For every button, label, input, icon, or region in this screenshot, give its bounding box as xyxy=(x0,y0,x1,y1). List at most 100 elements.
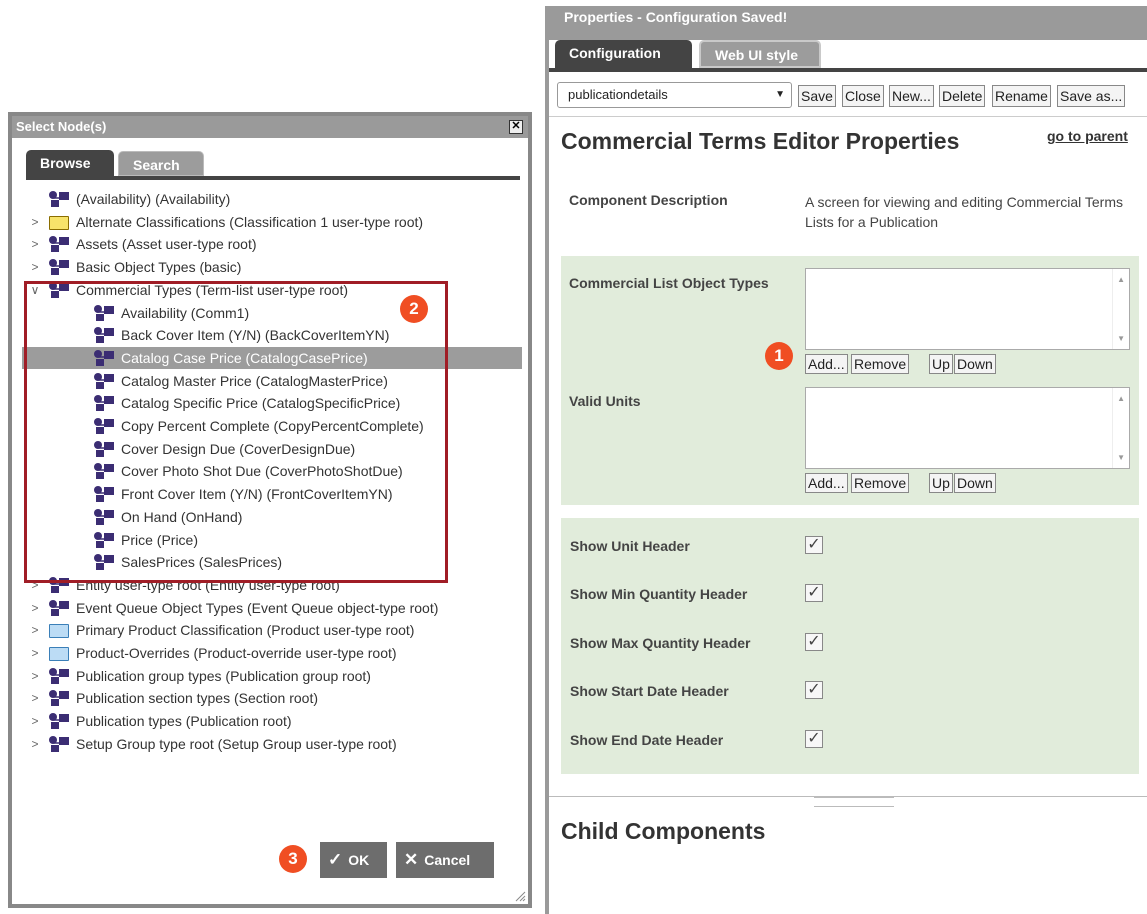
new-button[interactable]: New... xyxy=(889,85,934,107)
tree-node-label: Setup Group type root (Setup Group user-… xyxy=(76,736,397,752)
show-max-quantity-header-checkbox[interactable]: ✓ xyxy=(805,633,823,651)
chevron-right-icon[interactable]: > xyxy=(30,256,40,278)
show-unit-header-label: Show Unit Header xyxy=(570,538,690,554)
save-as-button[interactable]: Save as... xyxy=(1057,85,1126,107)
callout-badge-1: 1 xyxy=(765,342,793,370)
tree-node-label: Primary Product Classification (Product … xyxy=(76,622,415,638)
chevron-right-icon[interactable]: > xyxy=(30,233,40,255)
configuration-select-value: publicationdetails xyxy=(568,87,668,102)
node-type-icon xyxy=(49,600,69,616)
commercial-list-label: Commercial List Object Types xyxy=(569,275,769,291)
add-button[interactable]: Add... xyxy=(805,473,848,493)
chevron-right-icon[interactable]: > xyxy=(30,619,40,641)
tree-node-label: Product-Overrides (Product-override user… xyxy=(76,645,397,661)
up-button[interactable]: Up xyxy=(929,354,953,374)
up-button[interactable]: Up xyxy=(929,473,953,493)
tree-node-label: Event Queue Object Types (Event Queue ob… xyxy=(76,600,439,616)
scroll-up-icon[interactable]: ▲ xyxy=(1117,394,1125,403)
tree-node[interactable]: > Publication types (Publication root) xyxy=(22,710,522,732)
show-max-quantity-header-label: Show Max Quantity Header xyxy=(570,635,751,651)
tree-node-label: Publication section types (Section root) xyxy=(76,690,319,706)
panel-title: Properties - Configuration Saved! xyxy=(549,6,1147,40)
tree-node[interactable]: > Primary Product Classification (Product… xyxy=(22,619,522,641)
commercial-list-box[interactable]: ▲ ▼ xyxy=(805,268,1130,350)
tree-node[interactable]: (Availability) (Availability) xyxy=(22,188,522,210)
checkmark-icon: ✓ xyxy=(328,850,343,869)
child-components-heading: Child Components xyxy=(561,818,766,844)
tree-node-label: Alternate Classifications (Classificatio… xyxy=(76,214,424,230)
tree-node-label: (Availability) (Availability) xyxy=(76,191,231,207)
chevron-right-icon[interactable]: > xyxy=(30,665,40,687)
tree-node[interactable]: > Basic Object Types (basic) xyxy=(22,256,522,278)
tree-node[interactable]: > Setup Group type root (Setup Group user… xyxy=(22,733,522,755)
tree-node[interactable]: > Product-Overrides (Product-override use… xyxy=(22,642,522,664)
tree-node-label: Basic Object Types (basic) xyxy=(76,259,242,275)
valid-units-box[interactable]: ▲ ▼ xyxy=(805,387,1130,469)
close-icon[interactable]: ✕ xyxy=(509,120,523,134)
node-type-icon xyxy=(49,713,69,729)
page-title: Commercial Terms Editor Properties xyxy=(561,128,960,154)
tree-node-label: Publication types (Publication root) xyxy=(76,713,292,729)
node-type-icon xyxy=(49,236,69,252)
scrollbar[interactable]: ▲ ▼ xyxy=(1112,269,1129,349)
dropdown-arrow-icon: ▼ xyxy=(775,89,785,100)
scroll-up-icon[interactable]: ▲ xyxy=(1117,275,1125,284)
node-type-icon xyxy=(49,736,69,752)
rename-button[interactable]: Rename xyxy=(992,85,1051,107)
ok-label: OK xyxy=(348,852,370,868)
component-description-label: Component Description xyxy=(569,192,728,208)
chevron-right-icon[interactable]: > xyxy=(30,642,40,664)
tree-node[interactable]: > Event Queue Object Types (Event Queue o… xyxy=(22,597,522,619)
down-button[interactable]: Down xyxy=(954,473,996,493)
save-button[interactable]: Save xyxy=(798,85,836,107)
valid-units-label: Valid Units xyxy=(569,393,641,409)
tab-underline xyxy=(26,176,520,180)
chevron-right-icon[interactable]: > xyxy=(30,710,40,732)
tab-web-ui-style[interactable]: Web UI style xyxy=(699,40,821,68)
tree-node[interactable]: > Assets (Asset user-type root) xyxy=(22,233,522,255)
tree-node[interactable]: > Publication section types (Section root… xyxy=(22,687,522,709)
header-options-section: Show Unit Header ✓ Show Min Quantity Hea… xyxy=(561,518,1139,774)
chevron-right-icon[interactable]: > xyxy=(30,211,40,233)
show-min-quantity-header-label: Show Min Quantity Header xyxy=(570,586,748,602)
cancel-button[interactable]: ✕ Cancel xyxy=(396,842,494,878)
tree-node-label: Assets (Asset user-type root) xyxy=(76,236,257,252)
scroll-down-icon[interactable]: ▼ xyxy=(1117,453,1125,462)
show-start-date-header-checkbox[interactable]: ✓ xyxy=(805,681,823,699)
x-icon: ✕ xyxy=(404,850,419,869)
node-type-icon xyxy=(49,191,69,207)
tab-configuration[interactable]: Configuration xyxy=(555,40,692,68)
scroll-down-icon[interactable]: ▼ xyxy=(1117,334,1125,343)
tree-node[interactable]: > Alternate Classifications (Classificati… xyxy=(22,211,522,233)
go-to-parent-link[interactable]: go to parent xyxy=(1047,128,1128,144)
callout-badge-3: 3 xyxy=(279,845,307,873)
highlight-box xyxy=(24,281,448,583)
remove-button[interactable]: Remove xyxy=(851,354,910,374)
close-button[interactable]: Close xyxy=(842,85,884,107)
show-end-date-header-label: Show End Date Header xyxy=(570,732,724,748)
ok-button[interactable]: ✓ OK xyxy=(320,842,387,878)
dialog-title: Select Node(s) xyxy=(16,119,107,134)
down-button[interactable]: Down xyxy=(954,354,996,374)
dialog-title-bar[interactable]: Select Node(s) ✕ xyxy=(12,116,528,138)
folder-blue-icon xyxy=(49,624,69,638)
chevron-right-icon[interactable]: > xyxy=(30,687,40,709)
resize-grip-icon[interactable] xyxy=(514,890,526,902)
delete-button[interactable]: Delete xyxy=(939,85,986,107)
add-button[interactable]: Add... xyxy=(805,354,848,374)
tab-search[interactable]: Search xyxy=(118,151,204,176)
show-start-date-header-label: Show Start Date Header xyxy=(570,683,729,699)
configuration-select[interactable]: publicationdetails ▼ xyxy=(557,82,792,108)
chevron-right-icon[interactable]: > xyxy=(30,733,40,755)
config-toolbar: publicationdetails ▼ Save Close New... D… xyxy=(549,72,1147,117)
show-min-quantity-header-checkbox[interactable]: ✓ xyxy=(805,584,823,602)
show-end-date-header-checkbox[interactable]: ✓ xyxy=(805,730,823,748)
scrollbar[interactable]: ▲ ▼ xyxy=(1112,388,1129,468)
node-type-icon xyxy=(49,668,69,684)
splitter-handle[interactable] xyxy=(814,797,894,807)
show-unit-header-checkbox[interactable]: ✓ xyxy=(805,536,823,554)
chevron-right-icon[interactable]: > xyxy=(30,597,40,619)
tab-browse[interactable]: Browse xyxy=(26,150,114,176)
tree-node[interactable]: > Publication group types (Publication gr… xyxy=(22,665,522,687)
remove-button[interactable]: Remove xyxy=(851,473,910,493)
